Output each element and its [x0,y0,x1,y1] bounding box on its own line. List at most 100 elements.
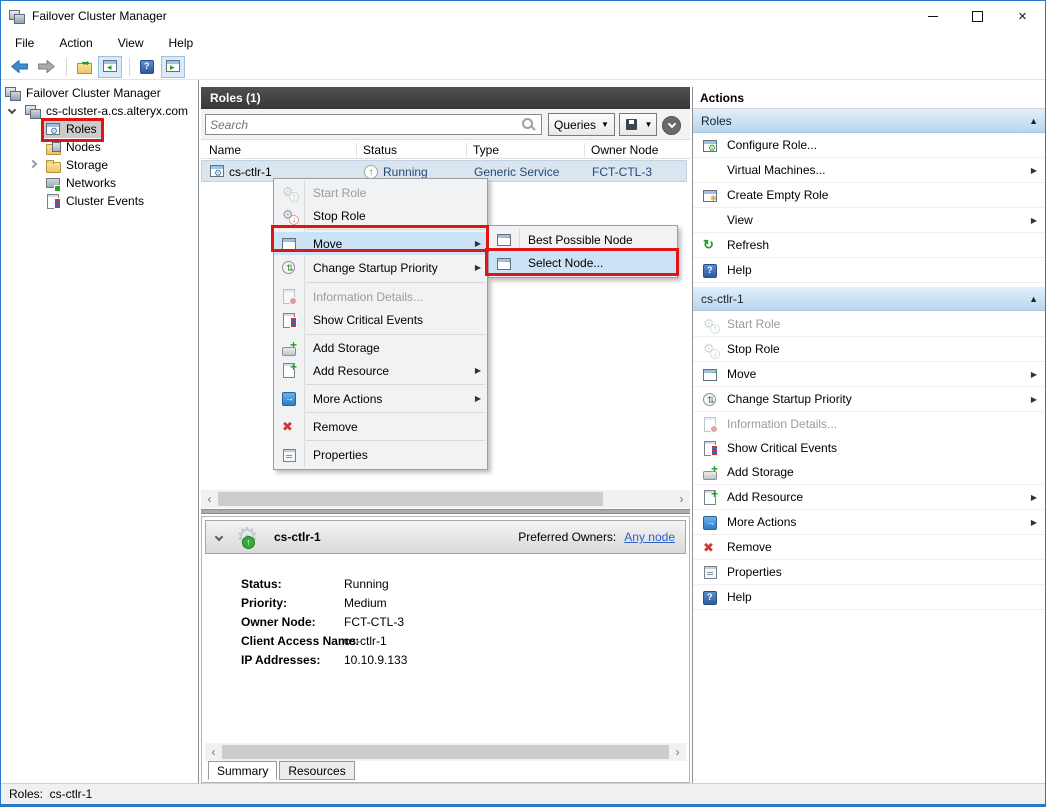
collapse-section-icon[interactable]: ▲ [1029,116,1038,126]
submenu-arrow-icon: ▶ [1031,493,1037,502]
details-horizontal-scrollbar[interactable]: ‹ › [205,743,686,761]
action-show-critical-events[interactable]: Show Critical Events [693,436,1046,461]
menu-view[interactable]: View [116,34,146,52]
list-horizontal-scrollbar[interactable]: ‹ › [201,490,690,508]
pane-splitter[interactable] [201,509,690,514]
tree-cluster-node[interactable]: cs-cluster-a.cs.alteryx.com [1,102,198,120]
refresh-icon [702,238,718,253]
preferred-owners-link[interactable]: Any node [624,530,675,544]
menu-show-critical-events[interactable]: Show Critical Events [274,308,487,332]
show-hide-console-tree-button[interactable] [98,56,122,78]
forward-button[interactable] [34,56,59,78]
help-button[interactable] [135,56,159,78]
submenu-select-node[interactable]: Select Node... [489,251,677,275]
scrollbar-thumb[interactable] [218,492,603,506]
search-icon[interactable] [521,117,537,132]
cell-owner-node: FCT-CTL-3 [592,165,652,179]
queries-button[interactable]: Queries▼ [548,113,615,136]
search-box[interactable] [205,114,542,135]
column-separator[interactable] [466,143,467,158]
scroll-right-icon[interactable]: › [669,743,686,761]
scroll-left-icon[interactable]: ‹ [205,743,222,761]
menu-separator [306,384,485,385]
column-name[interactable]: Name [209,143,241,157]
configure-role-icon [702,138,718,153]
scrollbar-thumb[interactable] [222,745,669,759]
menu-stop-role[interactable]: Stop Role [274,204,487,227]
tab-summary[interactable]: Summary [208,761,277,780]
action-create-empty-role[interactable]: Create Empty Role [693,183,1046,208]
menu-remove[interactable]: Remove [274,415,487,438]
action-add-resource[interactable]: Add Resource ▶ [693,485,1046,510]
action-stop-role[interactable]: Stop Role [693,337,1046,362]
chevron-down-icon[interactable] [8,106,16,114]
action-virtual-machines[interactable]: Virtual Machines... ▶ [693,158,1046,183]
add-storage-icon [702,465,718,480]
tree-item-storage[interactable]: Storage [1,156,198,174]
toolbar-separator [129,58,130,76]
show-hide-action-pane-button[interactable] [161,56,185,78]
chevron-right-icon[interactable] [29,160,37,168]
action-help-roles[interactable]: Help [693,258,1046,283]
action-configure-role[interactable]: Configure Role... [693,133,1046,158]
column-status[interactable]: Status [363,143,397,157]
menu-more-actions[interactable]: More Actions ▶ [274,387,487,410]
action-view[interactable]: View ▶ [693,208,1046,233]
action-more-actions[interactable]: More Actions ▶ [693,510,1046,535]
collapse-details-icon[interactable] [215,533,223,541]
menu-start-role[interactable]: Start Role [274,181,487,204]
column-separator[interactable] [584,143,585,158]
status-text: Roles: cs-ctlr-1 [9,787,92,801]
create-empty-role-icon [702,188,718,203]
tree-item-roles[interactable]: Roles [1,120,198,138]
action-help-role[interactable]: Help [693,585,1046,610]
maximize-button[interactable] [955,1,1000,31]
back-button[interactable] [7,56,32,78]
tab-resources[interactable]: Resources [279,761,354,780]
actions-section-roles[interactable]: Roles ▲ [693,109,1046,133]
action-start-role[interactable]: Start Role [693,312,1046,337]
tree-item-cluster-events[interactable]: Cluster Events [1,192,198,210]
minimize-button[interactable] [910,1,955,31]
window-title: Failover Cluster Manager [32,9,167,23]
menu-add-storage[interactable]: Add Storage [274,337,487,359]
action-add-storage[interactable]: Add Storage [693,460,1046,485]
submenu-best-possible-node[interactable]: Best Possible Node [489,228,677,251]
submenu-arrow-icon: ▶ [475,366,481,375]
action-properties[interactable]: Properties [693,560,1046,585]
actions-section-role[interactable]: cs-ctlr-1 ▲ [693,287,1046,311]
roles-icon [45,122,61,137]
menu-properties[interactable]: Properties [274,443,487,467]
tree-root[interactable]: Failover Cluster Manager [1,84,198,102]
menu-change-startup-priority[interactable]: Change Startup Priority ▶ [274,255,487,280]
cell-status: Running [383,165,428,179]
menu-action[interactable]: Action [57,34,94,52]
action-refresh[interactable]: Refresh [693,233,1046,258]
menu-add-resource[interactable]: Add Resource ▶ [274,359,487,382]
tree-item-nodes[interactable]: Nodes [1,138,198,156]
action-move[interactable]: Move ▶ [693,362,1046,387]
forward-icon [38,60,55,73]
action-information-details[interactable]: Information Details... [693,412,1046,437]
search-input[interactable] [206,118,521,132]
menu-move[interactable]: Move ▶ [274,232,487,255]
expand-filters-button[interactable] [662,116,681,135]
menu-help[interactable]: Help [167,34,196,52]
column-separator[interactable] [356,143,357,158]
action-remove[interactable]: Remove [693,535,1046,560]
close-button[interactable]: × [1000,1,1045,31]
status-bar: Roles: cs-ctlr-1 [1,783,1045,806]
scroll-left-icon[interactable]: ‹ [201,490,218,508]
menu-information-details[interactable]: Information Details... [274,285,487,308]
collapse-section-icon[interactable]: ▲ [1029,294,1038,304]
column-type[interactable]: Type [473,143,499,157]
menu-file[interactable]: File [13,34,36,52]
dropdown-arrow-icon: ▼ [601,120,609,129]
save-query-button[interactable]: ▼ [619,113,657,136]
detail-field-client-access-name: Client Access Name:cs-ctlr-1 [202,634,689,653]
action-change-startup-priority[interactable]: Change Startup Priority ▶ [693,387,1046,412]
scroll-right-icon[interactable]: › [673,490,690,508]
column-owner-node[interactable]: Owner Node [591,143,658,157]
tree-item-networks[interactable]: Networks [1,174,198,192]
export-list-button[interactable] [72,56,96,78]
